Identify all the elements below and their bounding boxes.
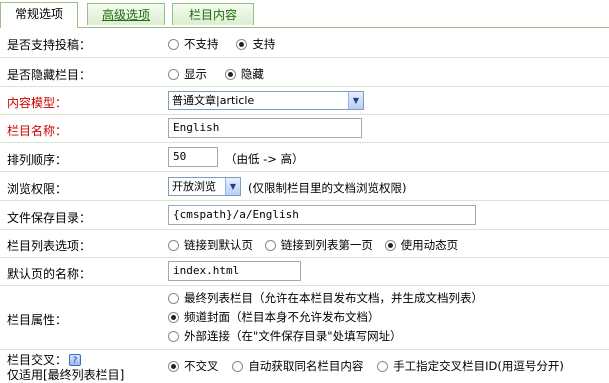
row-list-option: 栏目列表选项： 链接到默认页 链接到列表第一页 使用动态页 — [0, 230, 609, 258]
label-hide-category: 是否隐藏栏目： — [7, 68, 92, 82]
label-category-name: 栏目名称： — [7, 124, 68, 138]
sort-order-input[interactable]: 50 — [168, 147, 218, 167]
row-category-cross: 栏目交叉：? 仅适用[最终列表栏目] 不交叉 自动获取同名栏目内容 手工指定交叉… — [0, 350, 609, 383]
row-allow-submit: 是否支持投稿： 不支持 支持 — [0, 28, 609, 58]
sort-order-hint: （由低 -> 高） — [225, 152, 304, 166]
label-default-page: 默认页的名称： — [7, 267, 92, 281]
row-content-model: 内容模型： 普通文章|article ▼ — [0, 87, 609, 115]
radio-external-link[interactable] — [168, 331, 179, 342]
option-support[interactable]: 支持 — [236, 36, 275, 52]
row-category-name: 栏目名称： English — [0, 115, 609, 143]
tab-general[interactable]: 常规选项 — [0, 2, 78, 28]
option-no-cross[interactable]: 不交叉 — [168, 358, 219, 374]
row-category-attribute: 栏目属性： 最终列表栏目（允许在本栏目发布文档，并生成文档列表） 频道封面（栏目… — [0, 286, 609, 350]
save-directory-input[interactable]: {cmspath}/a/English — [168, 205, 476, 225]
label-list-option: 栏目列表选项： — [7, 239, 92, 253]
default-page-input[interactable]: index.html — [168, 261, 301, 281]
label-content-model: 内容模型： — [7, 96, 68, 110]
option-dynamic-page[interactable]: 使用动态页 — [384, 237, 458, 253]
option-final-list[interactable]: 最终列表栏目（允许在本栏目发布文档，并生成文档列表） — [168, 290, 483, 309]
radio-hide[interactable] — [224, 69, 236, 80]
row-default-page: 默认页的名称： index.html — [0, 258, 609, 286]
radio-auto-cross[interactable] — [232, 361, 244, 372]
radio-manual-cross[interactable] — [377, 361, 389, 372]
option-show[interactable]: 显示 — [168, 66, 207, 82]
label-sort-order: 排列顺序： — [7, 153, 68, 167]
label-allow-submit: 是否支持投稿： — [7, 38, 92, 52]
option-not-support[interactable]: 不支持 — [168, 36, 219, 52]
row-hide-category: 是否隐藏栏目： 显示 隐藏 — [0, 58, 609, 87]
option-channel-cover[interactable]: 频道封面（栏目本身不允许发布文档） — [168, 309, 380, 328]
help-icon[interactable]: ? — [69, 354, 82, 366]
label-category-cross-note: 仅适用[最终列表栏目] — [7, 368, 125, 382]
chevron-down-icon[interactable]: ▼ — [225, 178, 240, 195]
category-cross-options: 不交叉 自动获取同名栏目内容 手工指定交叉栏目ID(用逗号分开) — [168, 358, 609, 374]
radio-no-cross[interactable] — [168, 361, 179, 372]
radio-link-first-list-page[interactable] — [264, 240, 276, 251]
row-save-directory: 文件保存目录： {cmspath}/a/English — [0, 201, 609, 230]
content-model-select[interactable]: 普通文章|article ▼ — [168, 91, 364, 110]
chevron-down-icon[interactable]: ▼ — [348, 92, 363, 109]
tab-advanced[interactable]: 高级选项 — [87, 3, 165, 25]
option-auto-cross[interactable]: 自动获取同名栏目内容 — [232, 358, 363, 374]
list-option-options: 链接到默认页 链接到列表第一页 使用动态页 — [168, 237, 609, 253]
option-external-link[interactable]: 外部连接（在"文件保存目录"处填写网址） — [168, 328, 402, 347]
label-category-attribute: 栏目属性： — [7, 313, 68, 327]
radio-show[interactable] — [168, 69, 179, 80]
row-browse-permission: 浏览权限： 开放浏览 ▼ (仅限制栏目里的文档浏览权限) — [0, 172, 609, 201]
option-link-first-list-page[interactable]: 链接到列表第一页 — [264, 237, 373, 253]
category-attribute-options: 最终列表栏目（允许在本栏目发布文档，并生成文档列表） 频道封面（栏目本身不允许发… — [168, 290, 609, 347]
category-name-input[interactable]: English — [168, 118, 362, 138]
hide-category-options: 显示 隐藏 — [168, 66, 609, 82]
tab-bar: 常规选项 高级选项 栏目内容 — [0, 0, 609, 28]
allow-submit-options: 不支持 支持 — [168, 36, 609, 52]
radio-not-support[interactable] — [168, 39, 179, 50]
radio-dynamic-page[interactable] — [384, 240, 396, 251]
row-sort-order: 排列顺序： 50 （由低 -> 高） — [0, 143, 609, 172]
radio-final-list[interactable] — [168, 293, 179, 304]
browse-permission-hint: (仅限制栏目里的文档浏览权限) — [248, 181, 407, 195]
label-browse-permission: 浏览权限： — [7, 182, 68, 196]
radio-support[interactable] — [236, 39, 248, 50]
option-manual-cross[interactable]: 手工指定交叉栏目ID(用逗号分开) — [377, 358, 564, 374]
option-hide[interactable]: 隐藏 — [224, 66, 264, 82]
radio-channel-cover[interactable] — [168, 312, 179, 323]
tab-content[interactable]: 栏目内容 — [172, 3, 254, 25]
radio-link-default-page[interactable] — [168, 240, 179, 251]
browse-permission-select[interactable]: 开放浏览 ▼ — [168, 177, 241, 196]
option-link-default-page[interactable]: 链接到默认页 — [168, 237, 253, 253]
label-save-directory: 文件保存目录： — [7, 211, 92, 225]
